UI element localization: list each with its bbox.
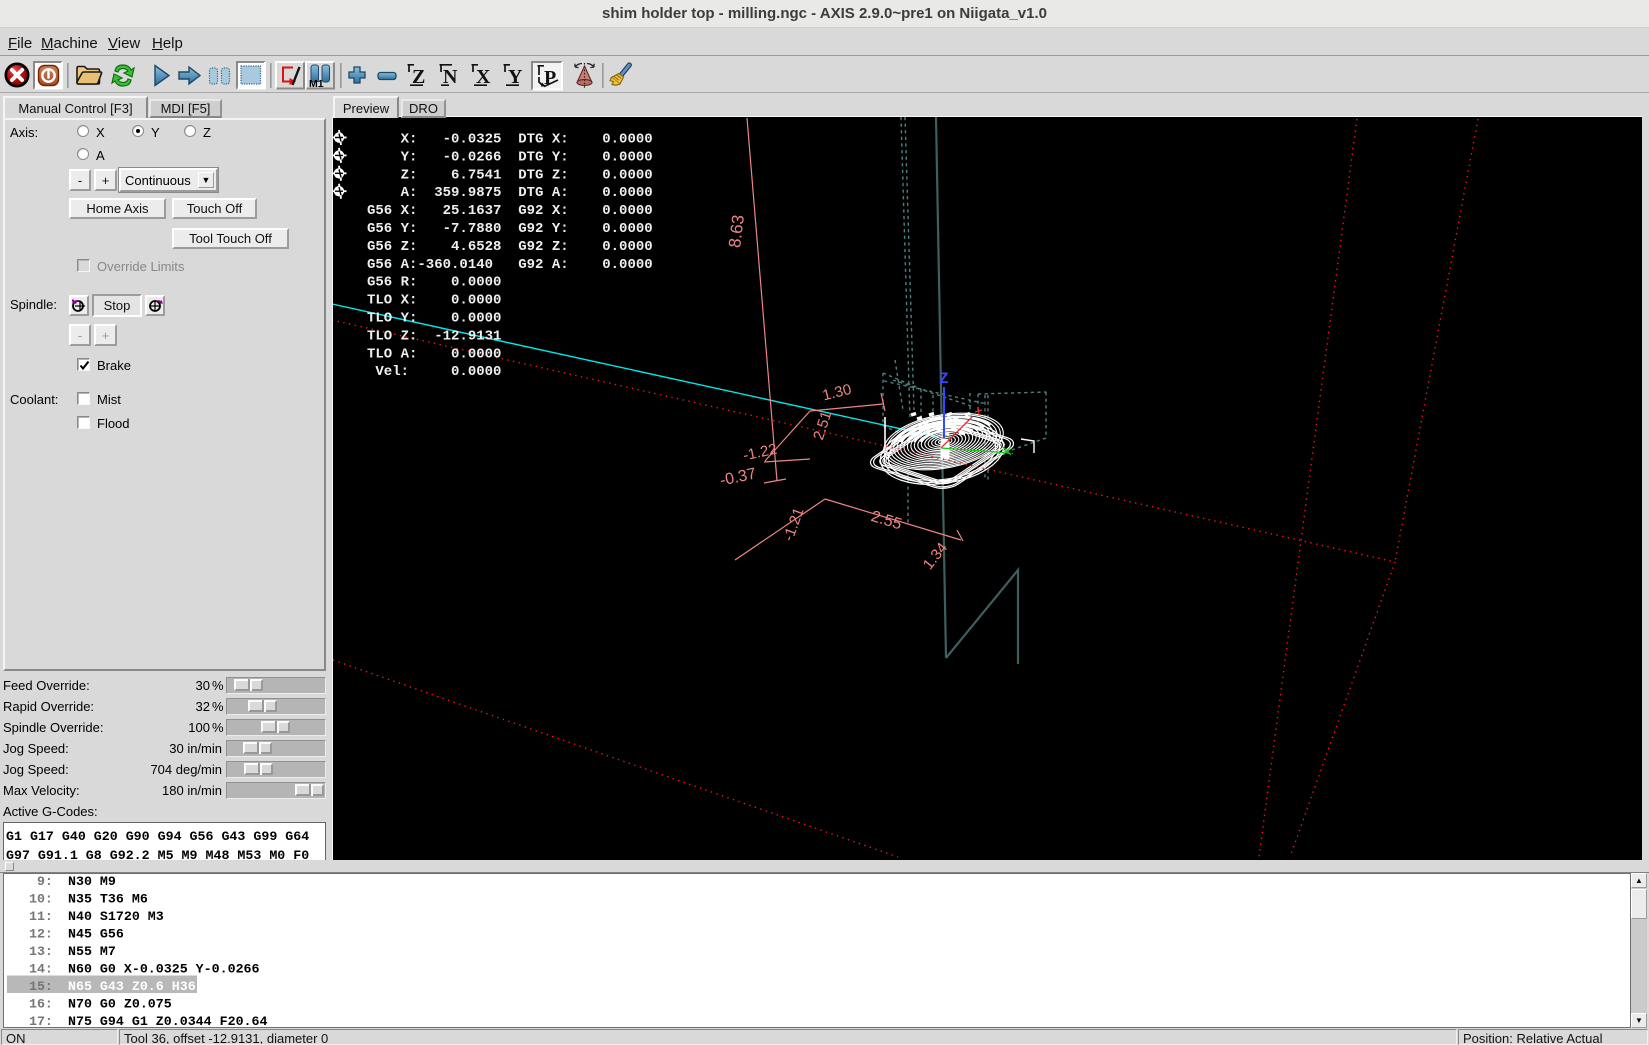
svg-text:13:: 13: <box>13 944 53 959</box>
svg-text:N40 S1720 M3: N40 S1720 M3 <box>68 909 164 924</box>
svg-text:17:: 17: <box>13 1014 53 1027</box>
svg-text:N70 G0 Z0.075: N70 G0 Z0.075 <box>68 997 172 1012</box>
svg-text:Y: -0.0266 DTG Y: 0.0000: Y: -0.0266 DTG Y: 0.0000 <box>367 149 653 165</box>
svg-text:TLO X: 0.0000: TLO X: 0.0000 <box>367 293 501 309</box>
svg-text:Y: Y <box>508 66 523 88</box>
svg-text:TLO Z: -12.9131: TLO Z: -12.9131 <box>367 328 501 344</box>
svg-text:2.55: 2.55 <box>869 508 904 533</box>
svg-text:14:: 14: <box>13 962 53 977</box>
svg-text:N: N <box>443 66 458 88</box>
svg-text:X: X <box>476 66 491 88</box>
svg-text:-1.21: -1.21 <box>780 505 808 543</box>
svg-text:N45 G56: N45 G56 <box>68 927 124 942</box>
svg-text:TLO A: 0.0000: TLO A: 0.0000 <box>367 346 501 362</box>
svg-text:A: 359.9875 DTG A: 0.0000: A: 359.9875 DTG A: 0.0000 <box>367 185 653 201</box>
svg-text:-0.37: -0.37 <box>718 465 757 489</box>
svg-text:Z: Z <box>939 370 949 388</box>
svg-text:2.51: 2.51 <box>810 409 835 442</box>
svg-text:N60 G0 X-0.0325 Y-0.0266: N60 G0 X-0.0325 Y-0.0266 <box>68 962 260 977</box>
svg-text:1.34: 1.34 <box>920 539 951 572</box>
svg-text:Vel: 0.0000: Vel: 0.0000 <box>367 364 501 380</box>
svg-text:G56 Y: -7.7880 G92 Y: 0.: G56 Y: -7.7880 G92 Y: 0.0000 <box>367 221 653 237</box>
svg-text:N35 T36 M6: N35 T36 M6 <box>68 892 148 907</box>
svg-text:12:: 12: <box>13 927 53 942</box>
svg-text:16:: 16: <box>13 997 53 1012</box>
svg-text:P: P <box>544 67 556 89</box>
svg-text:1.30: 1.30 <box>821 381 853 405</box>
svg-text:N65 G43 Z0.6 H36: N65 G43 Z0.6 H36 <box>68 979 196 994</box>
svg-text:8.63: 8.63 <box>725 214 748 249</box>
svg-text:Z: 6.7541 DTG Z: 0.0000: Z: 6.7541 DTG Z: 0.0000 <box>367 167 653 183</box>
svg-text:X: -0.0325 DTG X: 0.0000: X: -0.0325 DTG X: 0.0000 <box>367 132 653 148</box>
svg-text:Z: Z <box>412 66 425 88</box>
svg-text:N30 M9: N30 M9 <box>68 874 116 889</box>
svg-text:TLO Y: 0.0000: TLO Y: 0.0000 <box>367 311 501 327</box>
svg-text:M1: M1 <box>309 78 324 90</box>
svg-text:G56 Z: 4.6528 G92 Z: 0.: G56 Z: 4.6528 G92 Z: 0.0000 <box>367 239 653 255</box>
svg-text:N55 M7: N55 M7 <box>68 944 116 959</box>
svg-text:G56 A:-360.0140 G92 A: 0.: G56 A:-360.0140 G92 A: 0.0000 <box>367 257 653 273</box>
svg-text:N75 G94 G1 Z0.0344 F20.64: N75 G94 G1 Z0.0344 F20.64 <box>68 1014 268 1027</box>
svg-text:G56 R: 0.0000: G56 R: 0.0000 <box>367 275 501 291</box>
svg-text:15:: 15: <box>13 979 53 994</box>
svg-text:11:: 11: <box>13 909 53 924</box>
svg-text:10:: 10: <box>13 892 53 907</box>
svg-text:G56 X: 25.1637 G92 X: 0.: G56 X: 25.1637 G92 X: 0.0000 <box>367 203 653 219</box>
svg-text:9:: 9: <box>13 874 53 889</box>
